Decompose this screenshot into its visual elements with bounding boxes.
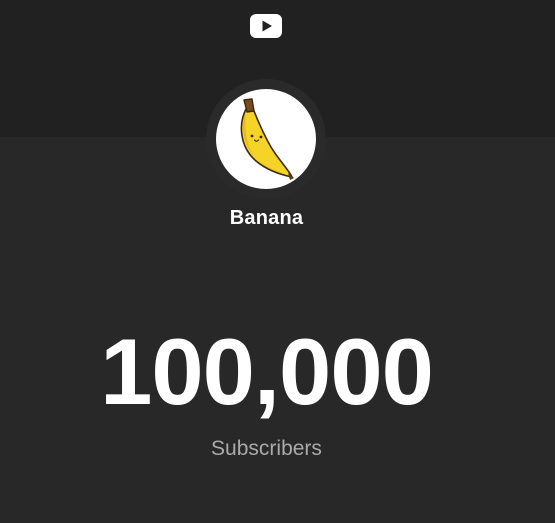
avatar[interactable] xyxy=(216,89,316,189)
channel-name[interactable]: Banana xyxy=(0,207,533,230)
youtube-logo-icon xyxy=(250,14,282,38)
banana-icon xyxy=(240,98,294,180)
subscriber-count: 100,000 xyxy=(100,319,434,424)
subscriber-label: Subscribers xyxy=(211,437,322,460)
